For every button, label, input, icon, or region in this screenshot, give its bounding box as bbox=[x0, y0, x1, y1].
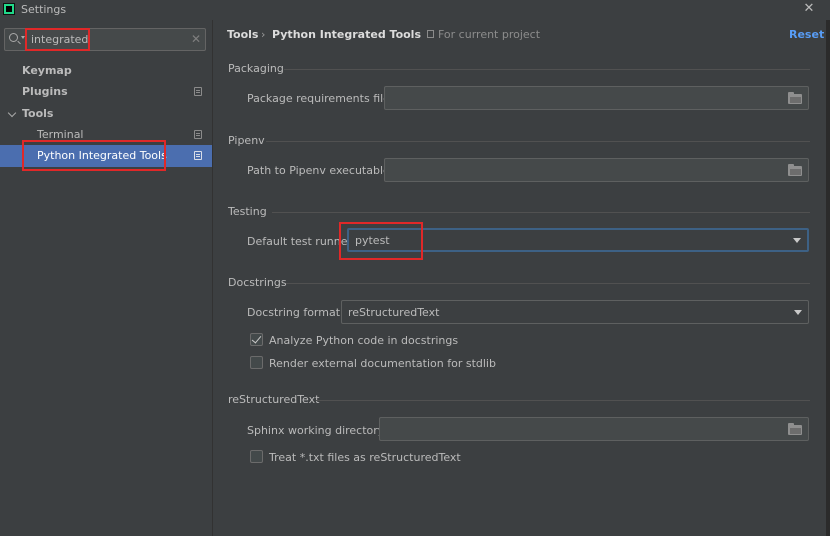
clear-search-icon[interactable]: ✕ bbox=[191, 32, 201, 46]
section-title-docstrings: Docstrings bbox=[228, 276, 287, 289]
reset-button[interactable]: Reset bbox=[789, 28, 824, 41]
pipenv-path-field[interactable] bbox=[384, 158, 809, 182]
render-external-docs-checkbox[interactable] bbox=[250, 356, 263, 369]
browse-folder-icon[interactable] bbox=[788, 164, 802, 176]
requirements-file-field[interactable] bbox=[384, 86, 809, 110]
analyze-docstrings-label[interactable]: Analyze Python code in docstrings bbox=[269, 334, 458, 347]
settings-search-input[interactable] bbox=[31, 32, 181, 47]
project-scope-icon bbox=[194, 130, 202, 139]
section-divider bbox=[272, 212, 810, 213]
requirements-file-label: Package requirements file: bbox=[247, 92, 394, 105]
settings-search-box[interactable]: ✕ bbox=[4, 28, 206, 51]
settings-sidebar: ✕ Keymap Plugins Tools Terminal Python I… bbox=[0, 20, 213, 536]
sidebar-item-label: Keymap bbox=[22, 64, 72, 77]
scope-note: For current project bbox=[438, 28, 541, 41]
section-title-testing: Testing bbox=[228, 205, 267, 218]
section-divider bbox=[284, 69, 810, 70]
treat-txt-checkbox[interactable] bbox=[250, 450, 263, 463]
test-runner-label: Default test runner: bbox=[247, 235, 356, 248]
close-window-button[interactable]: ✕ bbox=[800, 0, 818, 18]
title-bar: Settings ✕ bbox=[0, 0, 830, 20]
sidebar-item-plugins[interactable]: Plugins bbox=[0, 81, 212, 103]
project-scope-icon bbox=[427, 30, 434, 38]
settings-content-panel: Tools › Python Integrated Tools For curr… bbox=[214, 20, 830, 536]
breadcrumb-separator: › bbox=[261, 28, 266, 41]
docstring-format-value: reStructuredText bbox=[348, 306, 440, 319]
sidebar-item-label: Tools bbox=[22, 107, 54, 120]
chevron-down-icon[interactable] bbox=[7, 108, 17, 118]
sidebar-item-label: Python Integrated Tools bbox=[37, 149, 167, 162]
section-title-restructuredtext: reStructuredText bbox=[228, 393, 320, 406]
section-divider bbox=[316, 400, 810, 401]
sidebar-item-tools[interactable]: Tools bbox=[0, 103, 212, 125]
browse-folder-icon[interactable] bbox=[788, 423, 802, 435]
project-scope-icon bbox=[194, 151, 202, 160]
docstring-format-dropdown[interactable]: reStructuredText bbox=[341, 300, 809, 324]
search-history-dropdown-icon[interactable] bbox=[21, 36, 25, 39]
docstring-format-label: Docstring format: bbox=[247, 306, 344, 319]
chevron-down-icon[interactable] bbox=[794, 310, 802, 315]
sidebar-item-label: Plugins bbox=[22, 85, 68, 98]
sphinx-directory-label: Sphinx working directory: bbox=[247, 424, 388, 437]
pipenv-path-label: Path to Pipenv executable: bbox=[247, 164, 394, 177]
render-external-docs-label[interactable]: Render external documentation for stdlib bbox=[269, 357, 496, 370]
chevron-down-icon[interactable] bbox=[793, 238, 801, 243]
section-title-pipenv: Pipenv bbox=[228, 134, 265, 147]
search-icon bbox=[9, 33, 18, 42]
window-title: Settings bbox=[21, 3, 67, 16]
section-title-packaging: Packaging bbox=[228, 62, 284, 75]
section-divider bbox=[286, 283, 810, 284]
test-runner-dropdown[interactable]: pytest bbox=[347, 228, 809, 252]
sphinx-directory-field[interactable] bbox=[379, 417, 809, 441]
sidebar-item-keymap[interactable]: Keymap bbox=[0, 60, 212, 82]
breadcrumb-current-page: Python Integrated Tools bbox=[272, 28, 422, 41]
pycharm-app-icon bbox=[3, 3, 15, 15]
sidebar-item-terminal[interactable]: Terminal bbox=[0, 124, 212, 146]
sidebar-item-python-integrated-tools[interactable]: Python Integrated Tools bbox=[0, 145, 212, 167]
sidebar-item-label: Terminal bbox=[37, 128, 84, 141]
breadcrumb-tools[interactable]: Tools bbox=[227, 28, 258, 41]
treat-txt-label[interactable]: Treat *.txt files as reStructuredText bbox=[269, 451, 461, 464]
browse-folder-icon[interactable] bbox=[788, 92, 802, 104]
project-scope-icon bbox=[194, 87, 202, 96]
test-runner-value: pytest bbox=[355, 234, 390, 247]
background-editor-edge bbox=[826, 20, 830, 536]
analyze-docstrings-checkbox[interactable] bbox=[250, 333, 263, 346]
section-divider bbox=[266, 141, 810, 142]
